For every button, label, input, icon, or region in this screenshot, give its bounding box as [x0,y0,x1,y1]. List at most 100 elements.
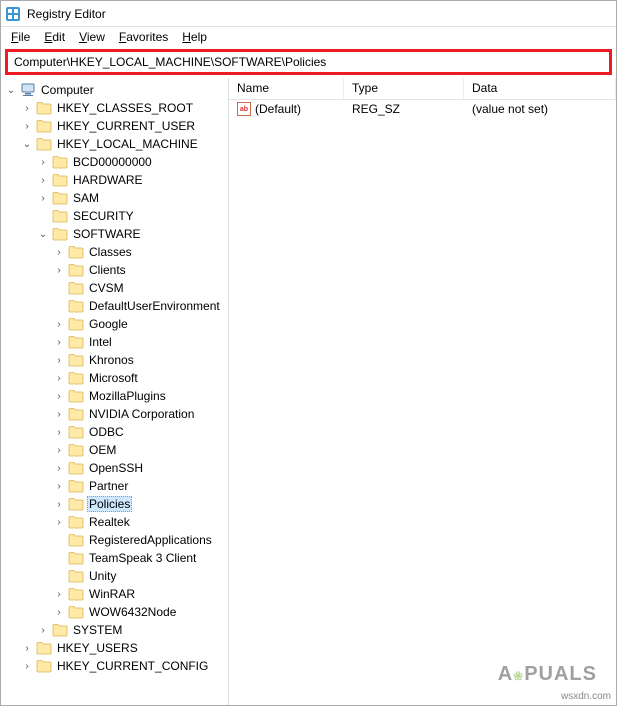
tree-node[interactable]: TeamSpeak 3 Client [53,549,228,567]
folder-icon [68,515,84,529]
tree-node[interactable]: ›Khronos [53,351,228,369]
chevron-right-icon[interactable]: › [53,516,65,528]
chevron-down-icon[interactable]: ⌄ [37,228,49,240]
menu-file[interactable]: File [5,29,36,45]
tree-node[interactable]: Unity [53,567,228,585]
tree-node[interactable]: CVSM [53,279,228,297]
tree-node[interactable]: ›WOW6432Node [53,603,228,621]
chevron-right-icon[interactable]: › [53,390,65,402]
tree-node[interactable]: ›Intel [53,333,228,351]
chevron-right-icon[interactable]: › [37,624,49,636]
tree-node[interactable]: ›OpenSSH [53,459,228,477]
chevron-right-icon[interactable]: › [21,660,33,672]
tree-node[interactable]: ›Clients [53,261,228,279]
folder-icon [68,443,84,457]
chevron-right-icon[interactable]: › [53,426,65,438]
tree-node-label: HKEY_CURRENT_USER [55,119,197,133]
chevron-right-icon[interactable]: › [53,480,65,492]
folder-open-icon [36,137,52,151]
folder-icon [36,641,52,655]
chevron-right-icon[interactable]: › [53,444,65,456]
tree-node[interactable]: ›ODBC [53,423,228,441]
chevron-right-icon[interactable]: › [53,588,65,600]
chevron-right-icon[interactable]: › [53,264,65,276]
chevron-right-icon[interactable]: › [21,102,33,114]
col-header-data[interactable]: Data [464,78,616,99]
folder-icon [52,209,68,223]
tree-node-label: Google [87,317,130,331]
tree-node[interactable]: ›Realtek [53,513,228,531]
tree-node-label: Microsoft [87,371,140,385]
tree-node-label: HKEY_CLASSES_ROOT [55,101,195,115]
menu-view[interactable]: View [73,29,111,45]
list-row[interactable]: ab(Default)REG_SZ(value not set) [229,100,616,118]
main-area: ⌄Computer›HKEY_CLASSES_ROOT›HKEY_CURRENT… [1,78,616,705]
address-bar[interactable]: Computer\HKEY_LOCAL_MACHINE\SOFTWARE\Pol… [5,49,612,75]
chevron-right-icon[interactable]: › [53,462,65,474]
tree-node-label: Policies [87,496,132,512]
chevron-down-icon[interactable]: ⌄ [5,84,17,96]
chevron-right-icon[interactable]: › [53,606,65,618]
string-value-icon: ab [237,102,251,116]
tree-node-label: OEM [87,443,118,457]
tree-node-label: CVSM [87,281,126,295]
tree-node[interactable]: ›HKEY_CURRENT_CONFIG [21,657,228,675]
menu-edit[interactable]: Edit [38,29,71,45]
tree-node[interactable]: › Policies [53,495,228,513]
tree-node-label: RegisteredApplications [87,533,214,547]
folder-icon [36,119,52,133]
tree-node[interactable]: › BCD00000000 [37,153,228,171]
folder-open-icon [52,227,68,241]
menubar: File Edit View Favorites Help [1,27,616,47]
chevron-right-icon[interactable]: › [53,318,65,330]
chevron-right-icon[interactable]: › [21,120,33,132]
menu-help[interactable]: Help [176,29,213,45]
chevron-down-icon[interactable]: ⌄ [21,138,33,150]
tree-node[interactable]: ›NVIDIA Corporation [53,405,228,423]
tree-node[interactable]: › OEM [53,441,228,459]
tree-node[interactable]: ›HARDWARE [37,171,228,189]
tree-node[interactable]: ›WinRAR [53,585,228,603]
tree-node[interactable]: ›HKEY_USERS [21,639,228,657]
tree-node[interactable]: ›MozillaPlugins [53,387,228,405]
tree-node-label: SOFTWARE [71,227,143,241]
folder-icon [68,263,84,277]
chevron-right-icon[interactable]: › [37,156,49,168]
chevron-right-icon[interactable]: › [53,372,65,384]
tree-pane[interactable]: ⌄Computer›HKEY_CLASSES_ROOT›HKEY_CURRENT… [1,78,229,705]
col-header-type[interactable]: Type [344,78,464,99]
tree-node-label: Classes [87,245,134,259]
chevron-right-icon[interactable]: › [37,192,49,204]
tree-node[interactable]: › Classes [53,243,228,261]
tree-node[interactable]: ⌄HKEY_LOCAL_MACHINE [21,135,228,153]
tree-node[interactable]: › Google [53,315,228,333]
col-header-name[interactable]: Name [229,78,344,99]
chevron-right-icon[interactable]: › [53,336,65,348]
chevron-right-icon[interactable]: › [37,174,49,186]
tree-node[interactable]: DefaultUserEnvironment [53,297,228,315]
tree-node[interactable]: ⌄ SOFTWARE [37,225,228,243]
chevron-right-icon[interactable]: › [53,408,65,420]
tree-root-node[interactable]: ⌄Computer [5,81,228,99]
tree-node-label: BCD00000000 [71,155,154,169]
folder-icon [52,173,68,187]
chevron-right-icon[interactable]: › [53,354,65,366]
chevron-right-icon[interactable]: › [53,498,65,510]
tree-node[interactable]: SECURITY [37,207,228,225]
window-title: Registry Editor [27,7,106,21]
tree-node[interactable]: › Microsoft [53,369,228,387]
tree-node[interactable]: RegisteredApplications [53,531,228,549]
chevron-right-icon[interactable]: › [21,642,33,654]
folder-icon [52,623,68,637]
folder-icon [68,569,84,583]
tree-node[interactable]: › HKEY_CLASSES_ROOT [21,99,228,117]
folder-icon [36,101,52,115]
menu-favorites[interactable]: Favorites [113,29,174,45]
tree-node[interactable]: ›Partner [53,477,228,495]
tree-node[interactable]: ›SAM [37,189,228,207]
tree-node[interactable]: › HKEY_CURRENT_USER [21,117,228,135]
address-bar-container: Computer\HKEY_LOCAL_MACHINE\SOFTWARE\Pol… [1,47,616,78]
folder-icon [68,587,84,601]
tree-node[interactable]: ›SYSTEM [37,621,228,639]
chevron-right-icon[interactable]: › [53,246,65,258]
